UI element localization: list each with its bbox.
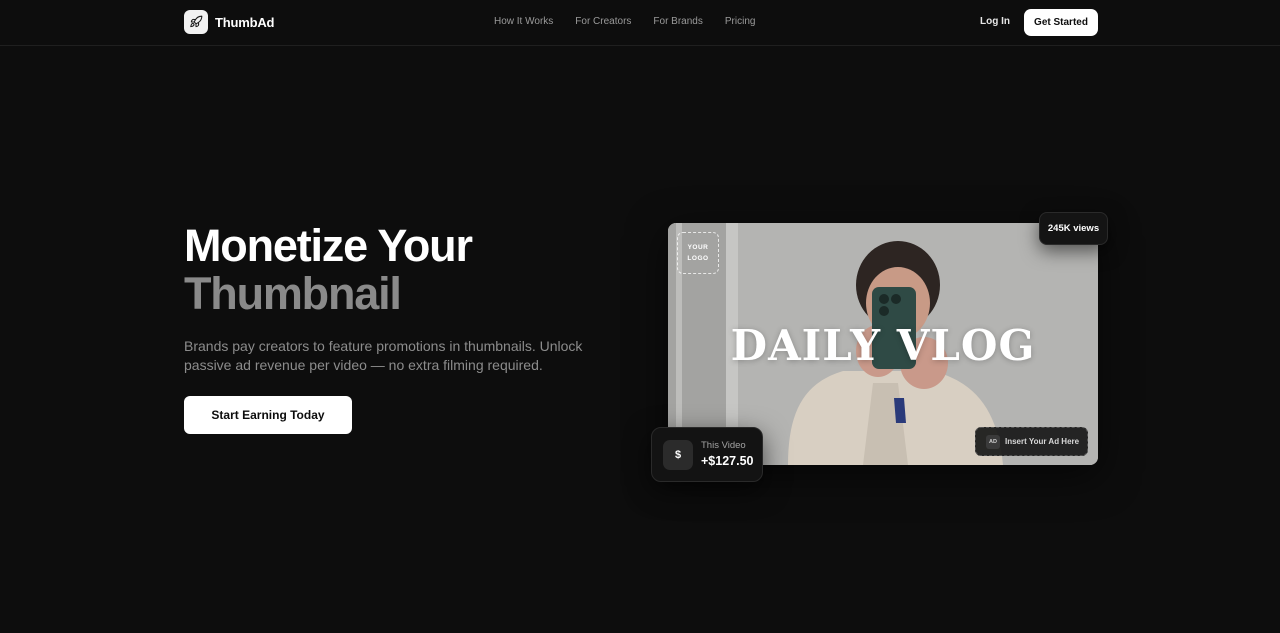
nav-link-for-brands[interactable]: For Brands [653, 16, 702, 27]
brand-logo[interactable]: ThumbAd [184, 10, 274, 34]
login-link[interactable]: Log In [980, 16, 1010, 27]
nav-link-how-it-works[interactable]: How It Works [494, 16, 553, 27]
earnings-card: $ This Video +$127.50 [651, 427, 763, 482]
ad-badge-icon: AD [986, 434, 1000, 449]
logo-placeholder-line1: YOUR [687, 244, 709, 251]
hero-title-line2: Thumbnail [184, 268, 402, 319]
thumbnail-title: DAILY VLOG [730, 321, 1036, 370]
hero-subtitle: Brands pay creators to feature promotion… [184, 338, 583, 373]
get-started-button[interactable]: Get Started [1024, 9, 1098, 36]
hero-title: Monetize Your Thumbnail [184, 220, 473, 319]
hero-title-line1: Monetize Your [184, 220, 473, 271]
logo-placeholder-line2: LOGO [687, 255, 709, 262]
dollar-icon: $ [663, 440, 693, 470]
start-earning-button[interactable]: Start Earning Today [184, 396, 352, 434]
nav-link-for-creators[interactable]: For Creators [575, 16, 631, 27]
nav-link-pricing[interactable]: Pricing [725, 16, 756, 27]
views-badge: 245K views [1039, 212, 1108, 245]
top-navbar: ThumbAd How It Works For Creators For Br… [0, 0, 1280, 46]
ad-insert-label: Insert Your Ad Here [1005, 437, 1080, 446]
earnings-label: This Video [701, 440, 746, 451]
ad-insert-slot[interactable]: AD Insert Your Ad Here [975, 427, 1088, 456]
rocket-icon [184, 10, 208, 34]
brand-name: ThumbAd [215, 14, 275, 30]
logo-placeholder: YOUR LOGO [677, 232, 719, 274]
earnings-value: +$127.50 [701, 454, 754, 468]
main-nav: How It Works For Creators For Brands Pri… [494, 16, 777, 27]
